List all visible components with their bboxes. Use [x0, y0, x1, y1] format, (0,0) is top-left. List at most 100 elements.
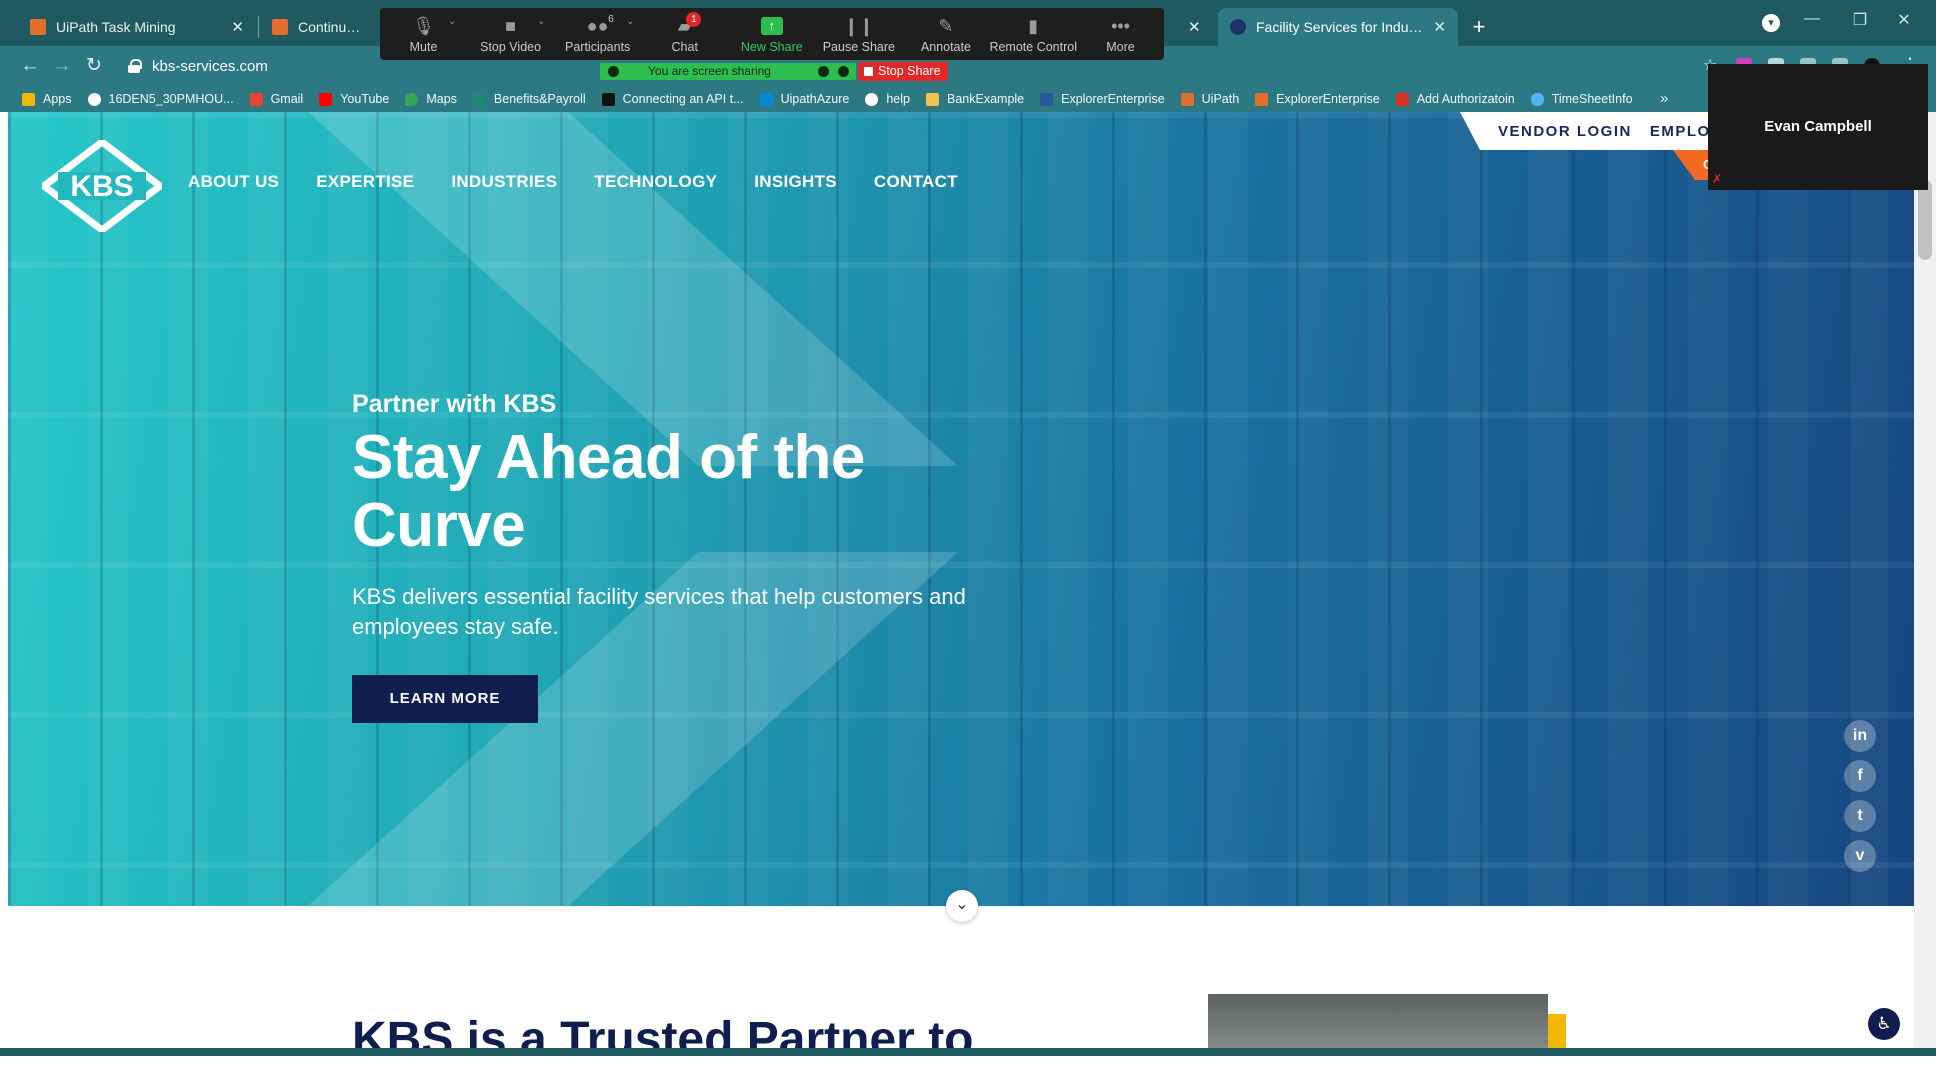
forward-arrow-icon[interactable]: → [48, 52, 76, 80]
cloud-icon [1530, 92, 1544, 106]
annotate-button[interactable]: ✎ Annotate [902, 8, 989, 60]
bank-icon [926, 92, 939, 106]
chevron-down-icon[interactable]: ⌄ [448, 16, 456, 27]
vendor-login-link[interactable]: VENDOR LOGIN [1498, 123, 1632, 140]
close-tab-icon[interactable]: ✕ [231, 18, 244, 36]
bookmark-timesheet-info[interactable]: TimeSheetInfo [1530, 92, 1633, 106]
facebook-icon[interactable]: f [1844, 760, 1876, 792]
accessibility-icon[interactable]: ♿ [1868, 1008, 1900, 1040]
bookmark-uipath[interactable]: UiPath [1180, 92, 1239, 106]
hero-section: VENDOR LOGIN EMPLOYE C KBS ABOUT US EXPE… [8, 112, 1914, 906]
chevron-down-icon[interactable]: ⌄ [537, 16, 545, 27]
vimeo-icon[interactable]: v [1844, 840, 1876, 872]
more-label: More [1106, 40, 1135, 54]
maps-pin-icon [405, 92, 419, 106]
tab-separator [258, 16, 259, 38]
nav-expertise[interactable]: EXPERTISE [316, 172, 414, 192]
chevron-down-icon[interactable]: ⌄ [626, 16, 634, 27]
remote-control-button[interactable]: ▮ Remote Control [989, 8, 1077, 60]
stop-video-label: Stop Video [480, 40, 542, 54]
bookmark-gmail[interactable]: Gmail [249, 92, 303, 106]
mouse-icon: ▮ [1028, 16, 1039, 36]
minimize-window-icon[interactable]: — [1792, 10, 1832, 28]
new-share-label: New Share [740, 40, 803, 54]
tab-continue-with-ui[interactable]: Continue with Ui [260, 8, 380, 46]
bookmark-connecting-api[interactable]: Connecting an API t... [601, 92, 744, 106]
reload-icon[interactable]: ↻ [80, 52, 108, 80]
bookmark-label: Add Authorizatoin [1416, 92, 1515, 106]
close-window-icon[interactable]: ✕ [1884, 10, 1924, 30]
nav-insights[interactable]: INSIGHTS [754, 172, 837, 192]
chat-button[interactable]: ▰ Chat 1 [641, 8, 728, 60]
mute-label: Mute [409, 40, 438, 54]
github-icon [865, 92, 879, 106]
bookmark-help[interactable]: help [865, 92, 910, 106]
mute-button[interactable]: 🎙 Mute ⌄ [380, 8, 467, 60]
medium-icon [601, 92, 615, 106]
participants-button[interactable]: ●● Participants 6 ⌄ [554, 8, 641, 60]
learn-more-button[interactable]: LEARN MORE [352, 675, 538, 723]
bookmark-youtube[interactable]: YouTube [319, 92, 389, 106]
bookmark-bank-example[interactable]: BankExample [926, 92, 1024, 106]
tab-hidden-under-zoom[interactable]: ✕ [1168, 8, 1216, 46]
linkedin-icon[interactable]: in [1844, 720, 1876, 752]
bookmark-uipath-azure[interactable]: UipathAzure [759, 92, 850, 106]
gmail-icon [249, 92, 263, 106]
bookmark-apps[interactable]: Apps [22, 92, 72, 106]
new-share-button[interactable]: ↑ New Share [728, 8, 815, 60]
bookmark-label: UipathAzure [780, 92, 850, 106]
close-tab-icon[interactable]: ✕ [1433, 18, 1446, 36]
bookmark-label: Benefits&Payroll [493, 92, 586, 106]
restore-window-icon[interactable]: ❐ [1840, 10, 1880, 30]
stop-video-button[interactable]: ■ Stop Video ⌄ [467, 8, 554, 60]
scrollbar-thumb[interactable] [1918, 180, 1932, 260]
uipath-icon [1255, 92, 1269, 106]
pencil-icon: ✎ [938, 16, 954, 36]
bookmark-add-authorization[interactable]: Add Authorizatoin [1395, 92, 1515, 106]
stop-share-button[interactable]: Stop Share [858, 62, 948, 81]
uipath-favicon-icon [30, 19, 46, 35]
annotate-label: Annotate [920, 40, 971, 54]
bookmark-explorer-enterprise-2[interactable]: ExplorerEnterprise [1255, 92, 1380, 106]
kbs-logo[interactable]: KBS [42, 140, 162, 232]
bookmark-benefits-payroll[interactable]: Benefits&Payroll [472, 92, 586, 106]
bookmark-maps[interactable]: Maps [405, 92, 457, 106]
uipath-icon [1180, 92, 1194, 106]
more-bookmarks-chevron-icon[interactable]: » [1660, 86, 1668, 112]
word-icon [1040, 92, 1054, 106]
pause-share-label: Pause Share [822, 40, 895, 54]
tab-search-chevron-icon[interactable]: ▾ [1762, 14, 1780, 32]
more-button[interactable]: ••• More [1077, 8, 1164, 60]
close-tab-icon[interactable]: ✕ [1188, 18, 1201, 36]
twitter-icon[interactable]: t [1844, 800, 1876, 832]
pause-share-button[interactable]: ❙❙ Pause Share [815, 8, 902, 60]
remote-control-label: Remote Control [989, 40, 1077, 54]
chat-label: Chat [671, 40, 698, 54]
bookmark-explorer-enterprise[interactable]: ExplorerEnterprise [1040, 92, 1165, 106]
uipath-favicon-icon [272, 19, 288, 35]
new-tab-plus-icon[interactable]: + [1464, 12, 1494, 42]
office-photo [1208, 994, 1548, 1054]
bookmark-16den5[interactable]: 16DEN5_30PMHOU... [87, 92, 234, 106]
back-arrow-icon[interactable]: ← [16, 52, 44, 80]
bookmark-label: TimeSheetInfo [1551, 92, 1633, 106]
puzzle-icon [1395, 92, 1409, 106]
nav-technology[interactable]: TECHNOLOGY [594, 172, 717, 192]
participant-video-tile[interactable]: Evan Campbell ✗ [1708, 64, 1928, 190]
section-title: KBS is a Trusted Partner to [352, 1013, 974, 1066]
participant-name: Evan Campbell [1764, 118, 1872, 135]
nav-contact[interactable]: CONTACT [874, 172, 958, 192]
screen-sharing-banner: You are screen sharing [600, 63, 856, 80]
bookmark-label: BankExample [947, 92, 1025, 106]
tab-title: UiPath Task Mining [56, 19, 176, 35]
main-navigation: ABOUT US EXPERTISE INDUSTRIES TECHNOLOGY… [188, 172, 995, 192]
video-camera-icon: ■ [505, 16, 517, 36]
nav-industries[interactable]: INDUSTRIES [451, 172, 557, 192]
url-text: kbs-services.com [152, 57, 268, 75]
tab-uipath-task-mining[interactable]: UiPath Task Mining ✕ [18, 8, 256, 46]
scroll-down-chevron-icon[interactable]: ⌄ [946, 890, 978, 922]
nav-about-us[interactable]: ABOUT US [188, 172, 279, 192]
tab-facility-services[interactable]: Facility Services for Industry Lead ✕ [1218, 8, 1458, 46]
muted-microphone-icon: ✗ [1712, 172, 1723, 186]
bookmark-label: Connecting an API t... [622, 92, 744, 106]
